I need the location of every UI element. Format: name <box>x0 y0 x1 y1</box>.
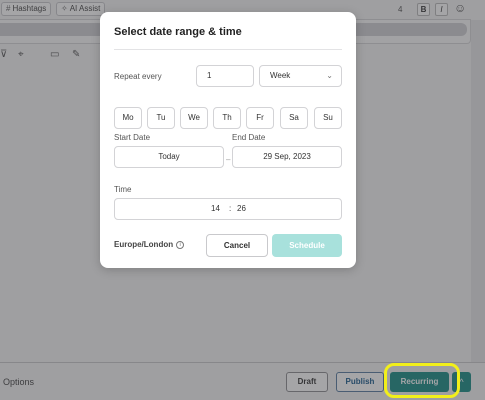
time-minute[interactable]: 26 <box>237 199 246 219</box>
repeat-every-label: Repeat every <box>114 72 162 81</box>
schedule-button[interactable]: Schedule <box>272 234 342 257</box>
time-hour[interactable]: 14 <box>211 199 220 219</box>
time-input[interactable]: 14 : 26 <box>114 198 342 220</box>
start-date-input[interactable]: Today <box>114 146 224 168</box>
day-mo[interactable]: Mo <box>114 107 142 129</box>
time-label: Time <box>114 185 132 194</box>
info-icon[interactable]: i <box>176 240 185 249</box>
timezone-label: Europe/London i <box>114 240 185 249</box>
day-tu[interactable]: Tu <box>147 107 175 129</box>
end-date-input[interactable]: 29 Sep, 2023 <box>232 146 342 168</box>
modal-title: Select date range & time <box>114 26 242 38</box>
cancel-button[interactable]: Cancel <box>206 234 268 257</box>
end-date-label: End Date <box>232 133 266 142</box>
chevron-down-icon: ⌄ <box>326 71 333 80</box>
repeat-interval-input[interactable]: 1 <box>196 65 254 87</box>
time-separator: : <box>229 204 232 213</box>
day-we[interactable]: We <box>180 107 208 129</box>
day-sa[interactable]: Sa <box>280 107 308 129</box>
date-range-modal: Select date range & time Repeat every 1 … <box>100 12 356 268</box>
start-date-label: Start Date <box>114 133 151 142</box>
repeat-unit-value: Week <box>270 71 291 80</box>
date-range-separator: – <box>226 155 231 164</box>
modal-divider <box>114 49 342 50</box>
recurring-highlight-annotation <box>384 363 460 398</box>
day-fr[interactable]: Fr <box>246 107 274 129</box>
repeat-unit-select[interactable]: Week ⌄ <box>259 65 342 87</box>
day-su[interactable]: Su <box>314 107 342 129</box>
day-th[interactable]: Th <box>213 107 241 129</box>
